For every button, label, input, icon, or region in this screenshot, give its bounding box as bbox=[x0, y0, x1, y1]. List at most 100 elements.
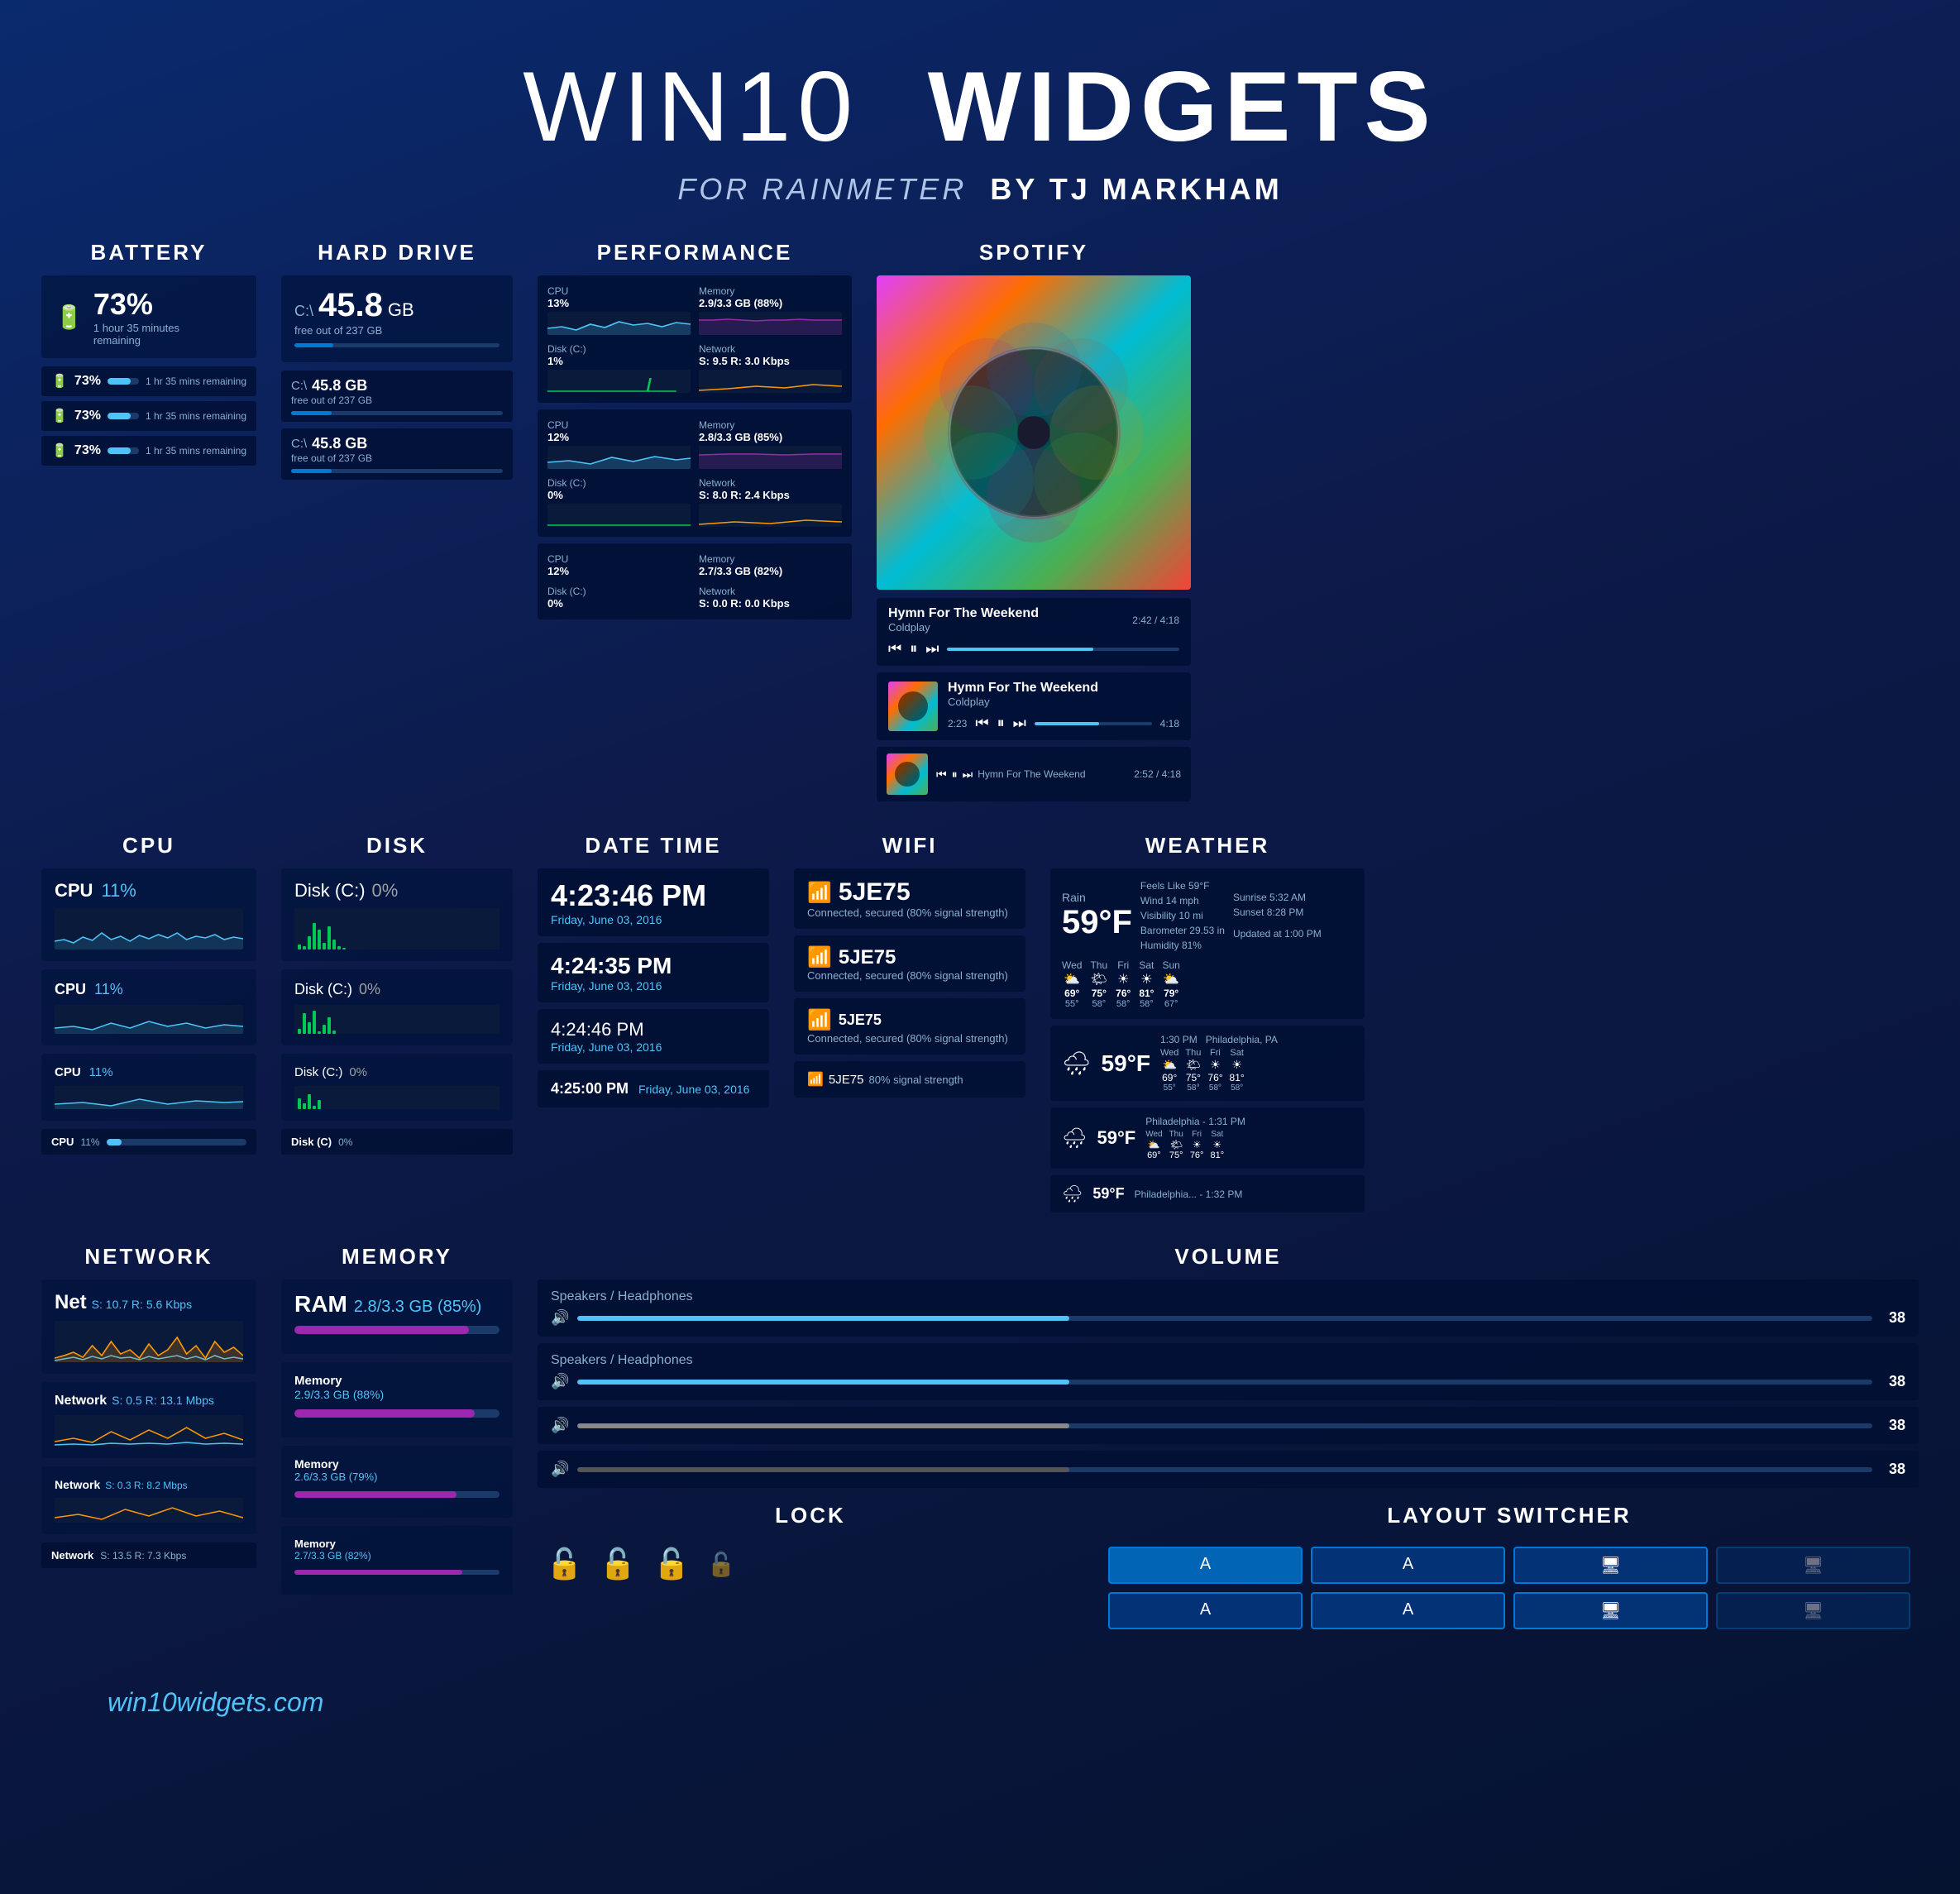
spotify-medium-controls: 2:23 ⏮ ⏸ ⏭ 4:18 bbox=[948, 715, 1179, 732]
layout-btn-3[interactable]: 🖥 bbox=[1513, 1547, 1708, 1584]
layout-btn-4[interactable]: 🖥 bbox=[1716, 1547, 1910, 1584]
layout-btn-6[interactable]: A bbox=[1311, 1592, 1505, 1629]
battery-label-3: 1 hr 35 mins remaining bbox=[146, 445, 246, 457]
perf-net-1: Network S: 9.5 R: 3.0 Kbps bbox=[699, 343, 842, 393]
hdd-sm-sub-2: free out of 237 GB bbox=[291, 452, 503, 464]
layout-btn-2[interactable]: A bbox=[1311, 1547, 1505, 1584]
weather-sm-day-3: Fri ☀ 76° 58° bbox=[1207, 1048, 1222, 1093]
lock-icon-3[interactable]: 🔓 bbox=[653, 1547, 691, 1581]
cpu-main-label: CPU bbox=[55, 880, 93, 902]
disk-spike bbox=[318, 930, 321, 949]
wifi-icon-3: 📶 bbox=[807, 1008, 832, 1032]
spotify-mini-prev[interactable]: ⏮ bbox=[936, 768, 947, 782]
net-row1-label: Network bbox=[55, 1394, 107, 1409]
mem-row1-val: 2.9/3.3 GB (88%) bbox=[294, 1388, 500, 1401]
disk-spike bbox=[298, 1029, 301, 1034]
disk-main-pct: 0% bbox=[372, 880, 399, 902]
disk-spike bbox=[313, 1106, 316, 1109]
layout-btn-1[interactable]: A bbox=[1108, 1547, 1303, 1584]
spotify-prev-btn[interactable]: ⏮ bbox=[888, 640, 901, 658]
layout-switcher-section: LAYOUT SWITCHER A A 🖥 🖥 A A 🖥 🖥 bbox=[1100, 1503, 1919, 1638]
weather-forecast: Wed ⛅ 69° 55° Thu 🌤 75° 58° Fri ☀ 76° 58… bbox=[1062, 959, 1353, 1009]
disk-main-widget: Disk (C:) 0% bbox=[281, 868, 513, 961]
battery-fill-3 bbox=[108, 447, 131, 454]
memory-row-3: Memory 2.7/3.3 GB (82%) bbox=[281, 1526, 513, 1595]
battery-icon-sm-1: 🔋 bbox=[51, 373, 68, 390]
layout-title: LAYOUT SWITCHER bbox=[1100, 1503, 1919, 1528]
battery-progress-2 bbox=[108, 413, 139, 419]
perf-disk-label-3: Disk (C:) bbox=[547, 586, 691, 597]
layout-btn-5[interactable]: A bbox=[1108, 1592, 1303, 1629]
row-3: NETWORK Net S: 10.7 R: 5.6 Kbps Network … bbox=[41, 1244, 1919, 1638]
layout-btn-8[interactable]: 🖥 bbox=[1716, 1592, 1910, 1629]
spotify-mini-next[interactable]: ⏭ bbox=[963, 768, 973, 782]
perf-mem-chart-2 bbox=[699, 446, 842, 469]
perf-disk-val-1: 1% bbox=[547, 355, 691, 367]
net-main-speed: S: 10.7 R: 5.6 Kbps bbox=[92, 1298, 192, 1311]
spotify-progress-fill bbox=[947, 648, 1093, 651]
perf-cpu-label-2: CPU bbox=[547, 419, 691, 431]
perf-title: PERFORMANCE bbox=[538, 240, 852, 265]
mem-main-val: 2.8/3.3 GB (85%) bbox=[354, 1298, 482, 1317]
disk-spike bbox=[298, 945, 301, 949]
battery-icon-sm-3: 🔋 bbox=[51, 442, 68, 459]
volume-section: VOLUME Speakers / Headphones 🔊 38 Speake… bbox=[538, 1244, 1919, 1495]
perf-mem-val-3: 2.7/3.3 GB (82%) bbox=[699, 565, 842, 577]
wifi-widget-3: 📶 5JE75 Connected, secured (80% signal s… bbox=[794, 998, 1025, 1055]
weather-day-fri: Fri ☀ 76° 58° bbox=[1116, 959, 1131, 1009]
spotify-next-btn[interactable]: ⏭ bbox=[925, 640, 939, 658]
network-row-2: Network S: 0.3 R: 8.2 Mbps bbox=[41, 1466, 256, 1534]
datetime-time-4: 4:25:00 PM bbox=[551, 1080, 629, 1098]
wifi-status-4: 80% signal strength bbox=[868, 1074, 963, 1086]
datetime-widget-2: 4:24:35 PM Friday, June 03, 2016 bbox=[538, 943, 769, 1002]
spotify-medium-prev[interactable]: ⏮ bbox=[975, 715, 988, 732]
battery-bar-3: 🔋 73% 1 hr 35 mins remaining bbox=[41, 436, 256, 466]
disk-spike bbox=[303, 946, 306, 949]
lock-icon-1[interactable]: 🔓 bbox=[546, 1547, 583, 1581]
spotify-player-mini: ⏮ ⏸ ⏭ Hymn For The Weekend 2:52 / 4:18 bbox=[877, 747, 1191, 801]
weather-temp: 59°F bbox=[1062, 904, 1132, 941]
spotify-play-btn[interactable]: ⏸ bbox=[910, 640, 917, 658]
layout-btn-7[interactable]: 🖥 bbox=[1513, 1592, 1708, 1629]
spotify-medium-time: 2:23 bbox=[948, 718, 967, 729]
battery-fill-2 bbox=[108, 413, 131, 419]
battery-percent: 73% bbox=[93, 287, 179, 322]
hard-drive-section: HARD DRIVE C:\ 45.8 GB free out of 237 G… bbox=[281, 240, 513, 486]
mem-row3-label: Memory bbox=[294, 1538, 500, 1550]
disk-spike bbox=[303, 1103, 306, 1109]
disk-spike bbox=[337, 946, 341, 949]
battery-pct-sm-1: 73% bbox=[74, 374, 101, 389]
perf-disk-label-1: Disk (C:) bbox=[547, 343, 691, 355]
spotify-mini-info: ⏮ ⏸ ⏭ Hymn For The Weekend bbox=[936, 768, 1126, 782]
spotify-player-medium: Hymn For The Weekend Coldplay 2:23 ⏮ ⏸ ⏭… bbox=[877, 672, 1191, 740]
spotify-medium-play[interactable]: ⏸ bbox=[997, 715, 1005, 732]
mem-row1-fill bbox=[294, 1409, 475, 1418]
spotify-medium-inner bbox=[898, 691, 928, 721]
mem-row2-val: 2.6/3.3 GB (79%) bbox=[294, 1471, 500, 1483]
spotify-mini-play[interactable]: ⏸ bbox=[952, 768, 958, 782]
perf-cpu-val-2: 12% bbox=[547, 431, 691, 443]
disk-spike bbox=[308, 936, 311, 949]
perf-cpu-3: CPU 12% bbox=[547, 553, 691, 577]
volume-widget-3: 🔊 38 bbox=[538, 1407, 1919, 1444]
lock-icon-4[interactable]: 🔓 bbox=[706, 1551, 735, 1578]
weather-sm-icon-2: 🌧 bbox=[1062, 1126, 1087, 1150]
footer-url[interactable]: win10widgets.com bbox=[108, 1687, 323, 1717]
disk-spike bbox=[308, 1094, 311, 1109]
net-main-label: Net bbox=[55, 1291, 87, 1314]
lock-icon-2[interactable]: 🔓 bbox=[600, 1547, 637, 1581]
perf-widget-1: CPU 13% Memory 2.9/3.3 GB (88%) bbox=[538, 275, 852, 403]
spotify-mini-inner bbox=[895, 762, 920, 787]
memory-section: MEMORY RAM 2.8/3.3 GB (85%) Memory 2.9/3… bbox=[281, 1244, 513, 1603]
hdd-main-widget: C:\ 45.8 GB free out of 237 GB bbox=[281, 275, 513, 362]
weather-sm-temp-1: 59°F bbox=[1102, 1050, 1150, 1077]
wifi-icon-4: 📶 bbox=[807, 1071, 824, 1088]
cpu-medium-widget: CPU 11% bbox=[41, 969, 256, 1045]
datetime-date-1: Friday, June 03, 2016 bbox=[551, 913, 756, 926]
spotify-medium-next[interactable]: ⏭ bbox=[1013, 715, 1026, 732]
weather-day-sun: Sun ⛅ 79° 67° bbox=[1162, 959, 1179, 1009]
weather-sm-forecast-2: Wed ⛅ 69° Thu 🌤 75° Fri ☀ 76° bbox=[1145, 1130, 1353, 1160]
network-section: NETWORK Net S: 10.7 R: 5.6 Kbps Network … bbox=[41, 1244, 256, 1573]
page-title: WIN10 WIDGETS bbox=[0, 50, 1960, 164]
disk-small-widget: Disk (C:) 0% bbox=[281, 1054, 513, 1121]
